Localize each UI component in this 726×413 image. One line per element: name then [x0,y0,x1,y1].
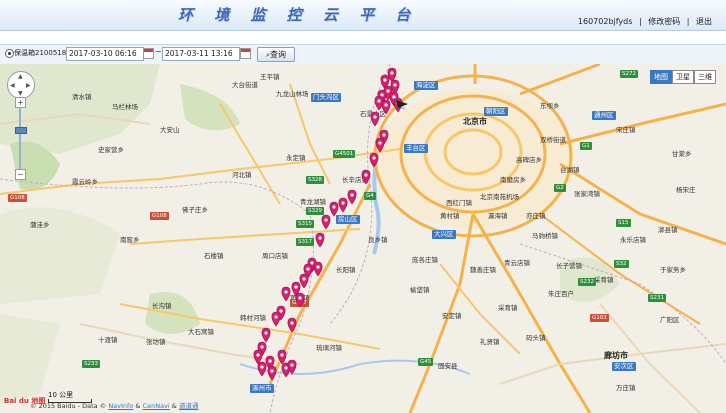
location-marker[interactable] [295,292,305,308]
location-marker[interactable] [321,214,331,230]
navinfo-link[interactable]: NavInfo [108,402,133,410]
end-date-input[interactable]: 2017-03-11 13:16 [162,47,240,61]
calendar-icon[interactable] [143,48,154,59]
sub-header [0,31,726,43]
query-button[interactable]: ⌕查询 [257,47,295,62]
username: 160702bjfyds [577,17,633,26]
map-type-3d[interactable]: 三维 [694,70,716,84]
copyright-amp: & [135,402,141,410]
location-marker[interactable] [375,137,385,153]
location-marker[interactable] [369,152,379,168]
range-separator: ~ [155,47,162,56]
daodaotong-link[interactable]: 道道通 [179,402,199,410]
location-marker[interactable] [257,361,267,377]
arrow-left-icon[interactable]: ◀ [10,82,15,89]
map-type-map[interactable]: 地图 [650,70,672,84]
location-marker[interactable] [299,273,309,289]
map-copyright: © 2015 Baidu - Data © NavInfo & CenNavi … [30,400,198,410]
copyright-text: © 2015 Baidu - Data © [30,402,107,410]
zoom-out-button[interactable]: − [15,169,26,180]
zoom-slider-track[interactable] [19,107,21,171]
calendar-icon[interactable] [240,48,251,59]
trajectory-markers [253,67,408,381]
location-marker[interactable] [370,111,380,127]
separator: | [638,17,642,26]
copyright-amp: & [171,402,177,410]
arrow-down-icon[interactable]: ▼ [18,90,23,97]
location-marker[interactable] [338,197,348,213]
cennavi-link[interactable]: CenNavi [143,402,170,410]
arrow-up-icon[interactable]: ▲ [18,73,23,80]
location-marker[interactable] [281,286,291,302]
map-view[interactable]: 北京市 朝阳区 海淀区 门头沟区 丰台区 房山区 大兴区 通州区 安次区 涿州市… [0,64,726,413]
header: 环 境 监 控 云 平 台 160702bjfyds | 修改密码 | 退出 [0,0,726,31]
location-marker[interactable] [315,232,325,248]
location-marker[interactable] [381,99,391,115]
location-marker[interactable] [347,189,357,205]
app-title: 环 境 监 控 云 平 台 [178,6,419,24]
zoom-control: + − [15,97,27,181]
query-toolbar: 保温箱21005183 2017-03-10 06:16 ~ 2017-03-1… [0,44,726,65]
location-marker[interactable] [361,169,371,185]
map-type-satellite[interactable]: 卫星 [672,70,694,84]
location-marker[interactable] [329,201,339,217]
location-marker[interactable] [271,311,281,327]
pan-control[interactable]: ▲ ▼ ◀ ▶ [7,71,35,99]
location-marker[interactable] [313,261,323,277]
user-links: 160702bjfyds | 修改密码 | 退出 [576,16,714,27]
location-marker[interactable] [287,317,297,333]
device-radio[interactable] [5,49,14,58]
logout-link[interactable]: 退出 [696,17,712,26]
device-label: 保温箱21005183 [14,49,71,57]
location-marker[interactable] [261,327,271,343]
change-password-link[interactable]: 修改密码 [648,17,680,26]
arrow-right-icon[interactable]: ▶ [26,82,31,89]
separator: | [686,17,690,26]
start-date-input[interactable]: 2017-03-10 06:16 [66,47,144,61]
location-marker[interactable] [267,365,277,381]
map-type-toggle: 地图 卫星 三维 [650,70,716,84]
location-marker[interactable] [277,349,287,365]
zoom-slider-handle[interactable] [15,127,27,134]
